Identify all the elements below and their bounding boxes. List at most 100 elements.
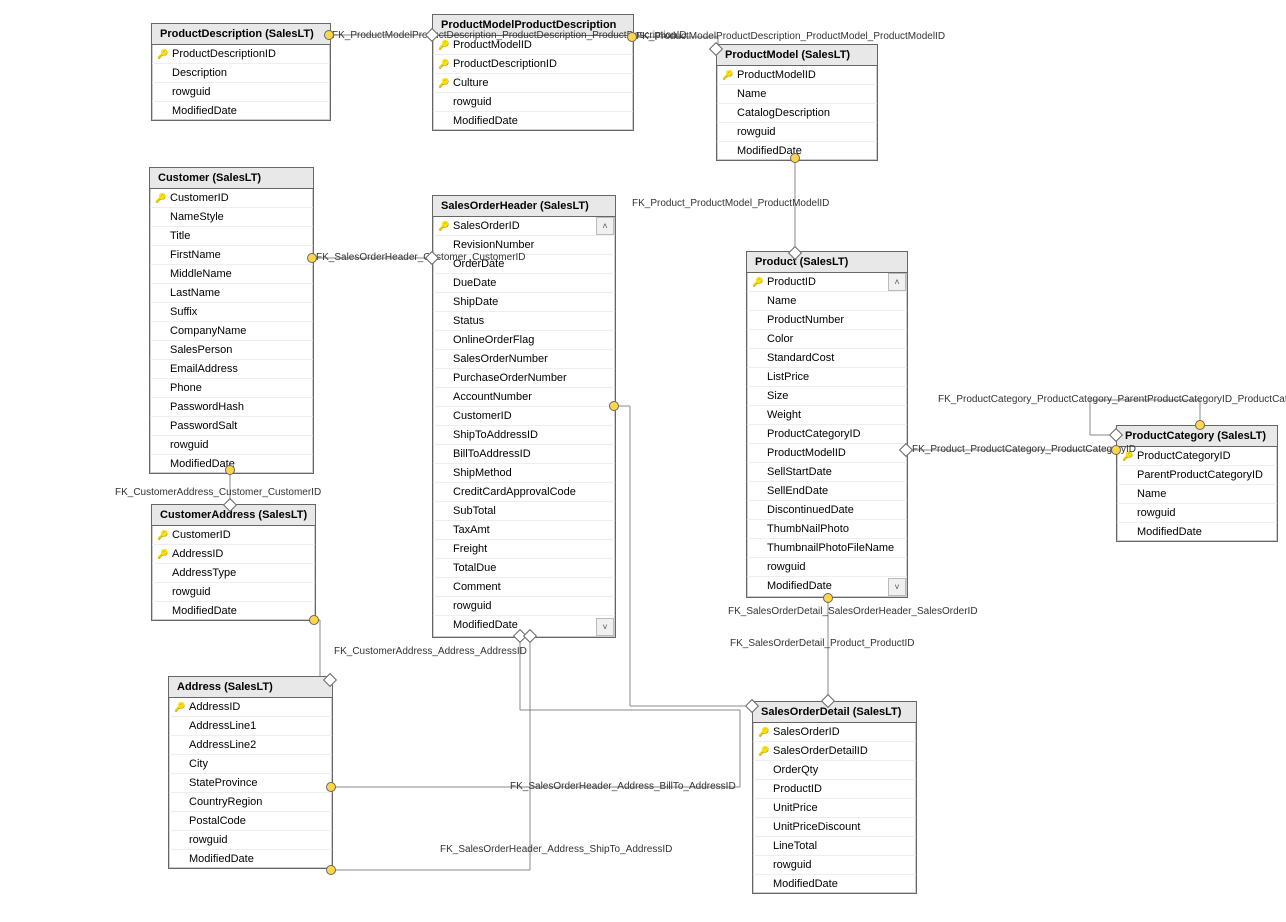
column-row[interactable]: ProductID <box>747 273 907 291</box>
column-row[interactable]: ProductID <box>753 779 916 798</box>
table-CustomerAddress[interactable]: CustomerAddress (SalesLT)CustomerIDAddre… <box>151 504 316 621</box>
table-header[interactable]: ProductDescription (SalesLT) <box>152 24 330 45</box>
column-row[interactable]: UnitPrice <box>753 798 916 817</box>
column-row[interactable]: DueDate <box>433 273 615 292</box>
column-row[interactable]: SalesOrderID <box>753 723 916 741</box>
table-ProductDescription[interactable]: ProductDescription (SalesLT)ProductDescr… <box>151 23 331 121</box>
column-row[interactable]: LineTotal <box>753 836 916 855</box>
column-row[interactable]: StandardCost <box>747 348 907 367</box>
column-row[interactable]: PostalCode <box>169 811 332 830</box>
column-row[interactable]: CustomerID <box>150 189 313 207</box>
table-header[interactable]: ProductModel (SalesLT) <box>717 45 877 66</box>
column-row[interactable]: UnitPriceDiscount <box>753 817 916 836</box>
column-row[interactable]: AddressType <box>152 563 315 582</box>
column-row[interactable]: PasswordSalt <box>150 416 313 435</box>
column-row[interactable]: DiscontinuedDate <box>747 500 907 519</box>
table-Address[interactable]: Address (SalesLT)AddressIDAddressLine1Ad… <box>168 676 333 869</box>
column-row[interactable]: NameStyle <box>150 207 313 226</box>
column-row[interactable]: ProductNumber <box>747 310 907 329</box>
table-header[interactable]: Address (SalesLT) <box>169 677 332 698</box>
column-row[interactable]: rowguid <box>753 855 916 874</box>
column-row[interactable]: Description <box>152 63 330 82</box>
scroll-up-icon[interactable]: ˄ <box>596 217 614 235</box>
column-row[interactable]: BillToAddressID <box>433 444 615 463</box>
scroll-down-icon[interactable]: ˅ <box>596 618 614 636</box>
column-row[interactable]: ModifiedDate <box>433 111 633 130</box>
column-row[interactable]: ListPrice <box>747 367 907 386</box>
column-row[interactable]: Size <box>747 386 907 405</box>
column-row[interactable]: Name <box>747 291 907 310</box>
column-row[interactable]: TaxAmt <box>433 520 615 539</box>
column-row[interactable]: Phone <box>150 378 313 397</box>
column-row[interactable]: rowguid <box>747 557 907 576</box>
column-row[interactable]: Suffix <box>150 302 313 321</box>
column-row[interactable]: ProductModelID <box>717 66 877 84</box>
column-row[interactable]: rowguid <box>152 582 315 601</box>
column-row[interactable]: LastName <box>150 283 313 302</box>
table-SalesOrderDetail[interactable]: SalesOrderDetail (SalesLT)SalesOrderIDSa… <box>752 701 917 894</box>
table-Customer[interactable]: Customer (SalesLT)CustomerIDNameStyleTit… <box>149 167 314 474</box>
column-row[interactable]: rowguid <box>169 830 332 849</box>
column-row[interactable]: rowguid <box>152 82 330 101</box>
column-row[interactable]: SellEndDate <box>747 481 907 500</box>
column-row[interactable]: PasswordHash <box>150 397 313 416</box>
column-row[interactable]: OrderQty <box>753 760 916 779</box>
column-row[interactable]: rowguid <box>717 122 877 141</box>
column-row[interactable]: ModifiedDate <box>169 849 332 868</box>
column-row[interactable]: Color <box>747 329 907 348</box>
column-row[interactable]: SellStartDate <box>747 462 907 481</box>
column-row[interactable]: City <box>169 754 332 773</box>
column-row[interactable]: ThumbnailPhotoFileName <box>747 538 907 557</box>
column-row[interactable]: Freight <box>433 539 615 558</box>
column-row[interactable]: ShipToAddressID <box>433 425 615 444</box>
table-header[interactable]: SalesOrderHeader (SalesLT) <box>433 196 615 217</box>
column-row[interactable]: AddressLine1 <box>169 716 332 735</box>
column-row[interactable]: PurchaseOrderNumber <box>433 368 615 387</box>
column-row[interactable]: FirstName <box>150 245 313 264</box>
column-row[interactable]: rowguid <box>433 92 633 111</box>
column-row[interactable]: ShipMethod <box>433 463 615 482</box>
column-row[interactable]: Weight <box>747 405 907 424</box>
column-row[interactable]: rowguid <box>433 596 615 615</box>
column-row[interactable]: CreditCardApprovalCode <box>433 482 615 501</box>
column-row[interactable]: ModifiedDate <box>152 101 330 120</box>
column-row[interactable]: Culture <box>433 73 633 92</box>
column-row[interactable]: SalesOrderDetailID <box>753 741 916 760</box>
column-row[interactable]: AccountNumber <box>433 387 615 406</box>
column-row[interactable]: SalesPerson <box>150 340 313 359</box>
column-row[interactable]: MiddleName <box>150 264 313 283</box>
column-row[interactable]: Title <box>150 226 313 245</box>
table-ProductModel[interactable]: ProductModel (SalesLT)ProductModelIDName… <box>716 44 878 161</box>
column-row[interactable]: Status <box>433 311 615 330</box>
table-header[interactable]: Product (SalesLT) <box>747 252 907 273</box>
column-row[interactable]: ModifiedDate <box>433 615 615 634</box>
column-row[interactable]: rowguid <box>1117 503 1277 522</box>
column-row[interactable]: CompanyName <box>150 321 313 340</box>
column-row[interactable]: ModifiedDate <box>152 601 315 620</box>
column-row[interactable]: ParentProductCategoryID <box>1117 465 1277 484</box>
column-row[interactable]: OnlineOrderFlag <box>433 330 615 349</box>
column-row[interactable]: AddressID <box>169 698 332 716</box>
scroll-down-icon[interactable]: ˅ <box>888 578 906 596</box>
column-row[interactable]: ProductCategoryID <box>1117 447 1277 465</box>
scroll-up-icon[interactable]: ˄ <box>888 273 906 291</box>
column-row[interactable]: ModifiedDate <box>753 874 916 893</box>
column-row[interactable]: ShipDate <box>433 292 615 311</box>
column-row[interactable]: SalesOrderID <box>433 217 615 235</box>
column-row[interactable]: ProductDescriptionID <box>433 54 633 73</box>
column-row[interactable]: rowguid <box>150 435 313 454</box>
column-row[interactable]: ModifiedDate <box>1117 522 1277 541</box>
table-ProductCategory[interactable]: ProductCategory (SalesLT)ProductCategory… <box>1116 425 1278 542</box>
column-row[interactable]: Comment <box>433 577 615 596</box>
column-row[interactable]: Name <box>717 84 877 103</box>
column-row[interactable]: AddressLine2 <box>169 735 332 754</box>
column-row[interactable]: StateProvince <box>169 773 332 792</box>
column-row[interactable]: AddressID <box>152 544 315 563</box>
column-row[interactable]: ProductDescriptionID <box>152 45 330 63</box>
column-row[interactable]: ProductCategoryID <box>747 424 907 443</box>
column-row[interactable]: EmailAddress <box>150 359 313 378</box>
column-row[interactable]: SalesOrderNumber <box>433 349 615 368</box>
column-row[interactable]: CountryRegion <box>169 792 332 811</box>
column-row[interactable]: TotalDue <box>433 558 615 577</box>
column-row[interactable]: ProductModelID <box>747 443 907 462</box>
